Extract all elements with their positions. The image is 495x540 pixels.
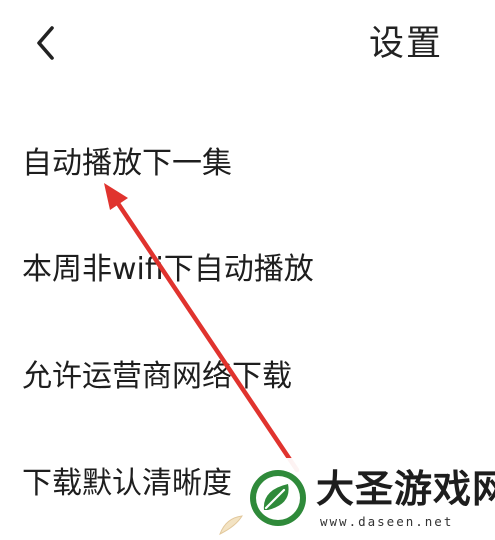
site-watermark: 大圣游戏网 www.daseen.net <box>219 458 495 540</box>
watermark-site-url: www.daseen.net <box>320 514 454 529</box>
app-header: 设置 <box>0 0 495 90</box>
watermark-site-name: 大圣游戏网 <box>316 466 495 511</box>
decoration-icon <box>219 515 243 536</box>
setting-allow-carrier-download[interactable]: 允许运营商网络下载 <box>22 355 292 399</box>
chevron-left-icon <box>37 26 54 60</box>
setting-default-download-quality[interactable]: 下载默认清晰度 <box>22 462 232 506</box>
setting-autoplay-next[interactable]: 自动播放下一集 <box>22 142 232 186</box>
back-button[interactable] <box>28 22 68 66</box>
setting-autoplay-non-wifi[interactable]: 本周非wifi下自动播放 <box>22 248 314 292</box>
page-title: 设置 <box>368 24 443 64</box>
leaf-logo-icon <box>250 470 306 526</box>
